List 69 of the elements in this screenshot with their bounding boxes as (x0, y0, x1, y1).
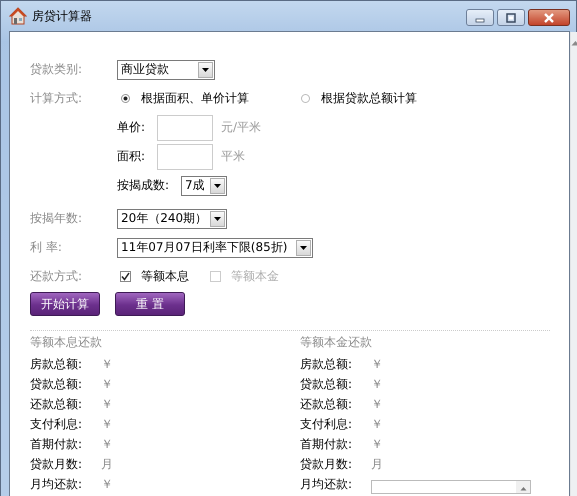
input-field[interactable] (157, 114, 213, 140)
result-value: ￥ (101, 376, 113, 392)
result-label: 房款总额: (30, 356, 84, 372)
unit-label: 平米 (221, 148, 245, 165)
scrollbar[interactable] (516, 481, 530, 493)
radio-button[interactable] (301, 94, 310, 103)
field-label: 计算方式: (30, 90, 84, 107)
input-field[interactable] (157, 144, 213, 170)
result-value: ￥ (371, 376, 383, 392)
dropdown[interactable]: 11年07月07日利率下限(85折) (117, 238, 313, 258)
result-value: ￥ (371, 356, 383, 372)
result-value: ￥ (371, 396, 383, 412)
option-label: 等额本息 (141, 268, 189, 285)
maximize-icon (506, 12, 516, 22)
result-value: ￥ (101, 416, 113, 432)
window-title: 房贷计算器 (32, 8, 92, 24)
maximize-button[interactable] (497, 9, 525, 26)
check-icon (121, 272, 130, 281)
radio-button[interactable] (121, 94, 130, 103)
option-label: 根据面积、单价计算 (141, 90, 249, 107)
section-title: 等额本息还款 (30, 334, 103, 351)
result-value: ￥ (101, 396, 113, 412)
dropdown[interactable]: 20年（240期） (117, 208, 227, 228)
field-label: 面积: (117, 148, 146, 165)
result-label: 月均还款: (30, 476, 84, 492)
result-value: ￥ (101, 436, 113, 452)
dropdown[interactable]: 商业贷款 (117, 60, 215, 80)
checkbox[interactable] (120, 271, 131, 282)
field-label: 按揭年数: (30, 210, 84, 227)
result-label: 贷款总额: (300, 376, 354, 392)
option-label: 根据贷款总额计算 (321, 90, 417, 107)
field-label: 单价: (117, 119, 146, 136)
caret-icon (202, 68, 209, 72)
scrollbar[interactable] (570, 32, 577, 496)
result-value: 月 (371, 456, 383, 472)
result-label: 贷款月数: (300, 456, 354, 472)
option-label: 等额本金 (231, 268, 279, 285)
result-label: 支付利息: (30, 416, 84, 432)
result-label: 支付利息: (300, 416, 354, 432)
caret-icon (300, 246, 307, 250)
result-label: 还款总额: (300, 396, 354, 412)
action-button[interactable]: 开始计算 (30, 292, 100, 316)
result-label: 首期付款: (300, 436, 354, 452)
result-value: ￥ (101, 476, 113, 492)
scroll-up-icon (520, 486, 526, 491)
result-label: 首期付款: (30, 436, 84, 452)
result-label: 还款总额: (30, 396, 84, 412)
section-title: 等额本金还款 (300, 334, 373, 351)
result-label: 房款总额: (300, 356, 354, 372)
field-label: 贷款类别: (30, 61, 84, 78)
dropdown[interactable]: 7成 (181, 176, 227, 196)
close-button[interactable] (528, 9, 570, 26)
close-icon (543, 12, 555, 22)
action-button[interactable]: 重 置 (115, 292, 185, 316)
result-value: 月 (101, 456, 113, 472)
field-label: 利 率: (30, 239, 63, 256)
unit-label: 元/平米 (221, 119, 262, 136)
field-label: 按揭成数: (117, 177, 170, 194)
result-label: 月均还款: (300, 476, 354, 492)
result-value: ￥ (371, 436, 383, 452)
field-label: 还款方式: (30, 268, 84, 285)
result-label: 贷款总额: (30, 376, 84, 392)
result-value: ￥ (371, 416, 383, 432)
caret-icon (214, 216, 221, 220)
caret-icon (214, 184, 221, 188)
result-value: ￥ (101, 356, 113, 372)
minimize-button[interactable] (466, 9, 494, 26)
result-label: 贷款月数: (30, 456, 84, 472)
house-icon (9, 7, 27, 25)
